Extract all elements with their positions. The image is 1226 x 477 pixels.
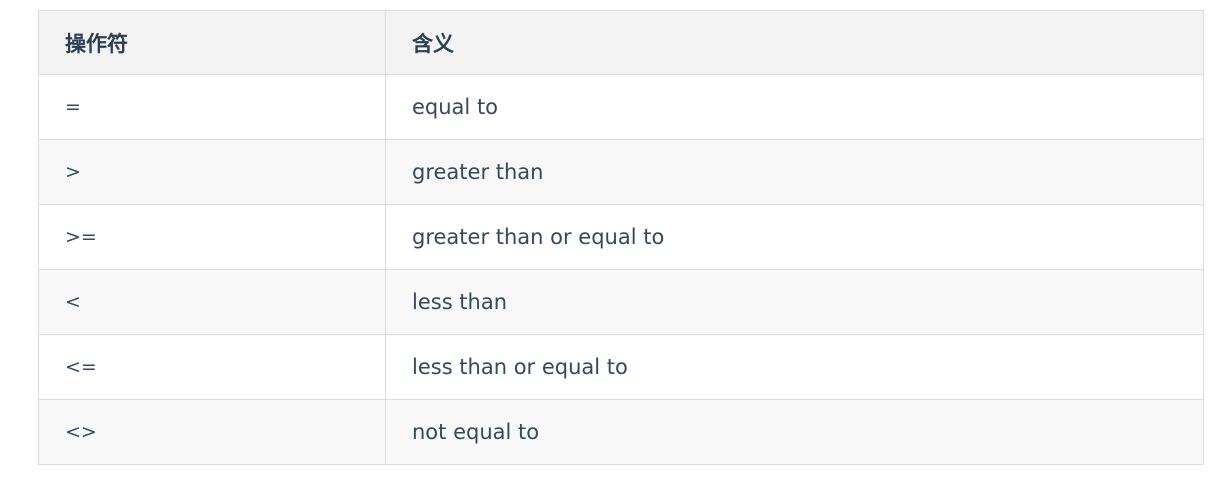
operator-cell: <= [38, 334, 386, 400]
operator-cell: = [38, 74, 386, 140]
table-row: <= less than or equal to [38, 334, 1204, 400]
operator-cell: > [38, 139, 386, 205]
meaning-cell: not equal to [385, 399, 1204, 465]
meaning-cell: greater than or equal to [385, 204, 1204, 270]
meaning-cell: less than or equal to [385, 334, 1204, 400]
table-row: >= greater than or equal to [38, 204, 1204, 270]
table-row: > greater than [38, 139, 1204, 205]
meaning-cell: less than [385, 269, 1204, 335]
header-meaning: 含义 [385, 10, 1204, 75]
table-row: = equal to [38, 74, 1204, 140]
meaning-cell: equal to [385, 74, 1204, 140]
header-operator: 操作符 [38, 10, 386, 75]
operator-cell: >= [38, 204, 386, 270]
header-row: 操作符 含义 [38, 10, 1204, 75]
operator-table-container: 操作符 含义 = equal to > greater than >= grea… [38, 10, 1204, 465]
table-body: = equal to > greater than >= greater tha… [38, 74, 1204, 465]
operator-cell: < [38, 269, 386, 335]
table-row: <> not equal to [38, 399, 1204, 465]
operator-cell: <> [38, 399, 386, 465]
operator-table: 操作符 含义 = equal to > greater than >= grea… [38, 10, 1204, 465]
meaning-cell: greater than [385, 139, 1204, 205]
table-row: < less than [38, 269, 1204, 335]
table-header: 操作符 含义 [38, 10, 1204, 75]
